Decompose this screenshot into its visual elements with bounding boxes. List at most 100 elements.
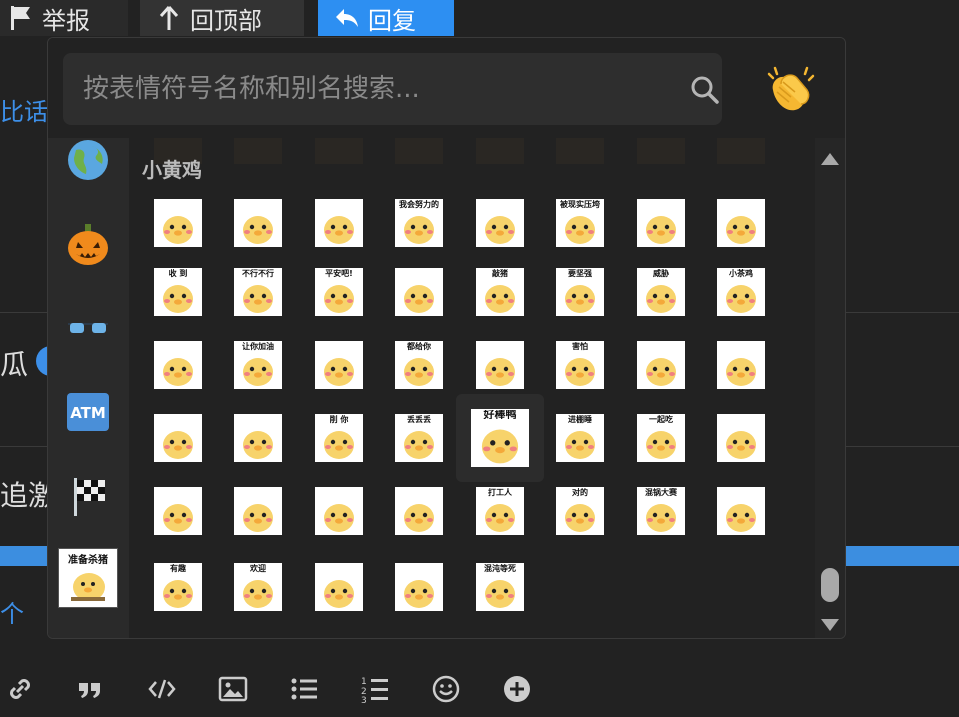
sticker-item[interactable] — [315, 563, 363, 611]
sticker-item[interactable]: 被现实压垮 — [556, 199, 604, 247]
sticker-caption: 打工人 — [488, 488, 512, 497]
sticker-image — [717, 414, 765, 462]
sticker-item[interactable]: 都给你 — [395, 341, 443, 389]
arrow-up-icon — [156, 4, 182, 32]
sticker-item[interactable]: 小茶鸡 — [717, 268, 765, 316]
sticker-item[interactable] — [395, 268, 443, 316]
sticker-image: 对的 — [556, 487, 604, 535]
link-icon[interactable] — [3, 672, 37, 706]
sticker-item[interactable] — [315, 341, 363, 389]
jack-o-lantern-icon[interactable] — [60, 216, 116, 272]
sticker-image: 都给你 — [395, 341, 443, 389]
sticker-caption: 丢丢丢 — [407, 415, 431, 424]
sticker-item[interactable] — [717, 487, 765, 535]
sticker-image — [717, 341, 765, 389]
numbered-list-icon[interactable]: 123 — [358, 672, 392, 706]
reply-button[interactable]: 回复 — [318, 0, 454, 36]
sticker-item[interactable]: 平安吧! — [315, 268, 363, 316]
sticker-item[interactable]: 削 你 — [315, 414, 363, 462]
search-icon[interactable] — [690, 75, 720, 105]
back-to-top-button[interactable]: 回顶部 — [140, 0, 304, 36]
flag-label: 举报 — [42, 6, 90, 35]
scroll-down-arrow-icon[interactable] — [821, 616, 839, 631]
sticker-caption: 要坚强 — [568, 269, 592, 278]
sticker-item[interactable] — [154, 414, 202, 462]
sticker-caption: 有趣 — [170, 564, 186, 573]
sticker-item[interactable] — [315, 487, 363, 535]
emoji-search-input[interactable] — [63, 53, 673, 125]
sticker-item[interactable] — [395, 487, 443, 535]
sticker-image: 丢丢丢 — [395, 414, 443, 462]
sticker-caption: 削 你 — [329, 415, 349, 424]
sticker-item[interactable]: 收 到 — [154, 268, 202, 316]
sticker-item[interactable] — [637, 199, 685, 247]
sticker-item[interactable]: 混沌等死 — [476, 563, 524, 611]
chequered-flag-icon[interactable] — [60, 468, 116, 524]
scrollbar-thumb[interactable] — [821, 568, 839, 602]
sticker-image: 混沌等死 — [476, 563, 524, 611]
sticker-item[interactable]: 一起吃 — [637, 414, 685, 462]
sticker-item[interactable] — [476, 199, 524, 247]
sticker-item[interactable] — [234, 414, 282, 462]
sticker-item[interactable]: 要坚强 — [556, 268, 604, 316]
sticker-item[interactable] — [717, 199, 765, 247]
sticker-item[interactable]: 敲猪 — [476, 268, 524, 316]
bullet-list-icon[interactable] — [287, 672, 321, 706]
sticker-caption: 对的 — [572, 488, 588, 497]
sticker-item[interactable] — [234, 199, 282, 247]
svg-text:1: 1 — [361, 677, 367, 687]
globe-icon[interactable] — [60, 132, 116, 188]
sticker-item[interactable] — [637, 341, 685, 389]
emoji-search-box — [63, 53, 722, 125]
sticker-image — [154, 414, 202, 462]
emoji-grid-area: 小黄鸡 我会努力的 被现实压垮收 到 不行不行 平安吧! 敲猪 要坚强 威胁 小茶鸡 让你加油 都… — [129, 138, 815, 638]
sticker-item[interactable]: 欢迎 — [234, 563, 282, 611]
sticker-item[interactable]: 混锅大赛 — [637, 487, 685, 535]
custom-sticker-icon[interactable]: 准备杀猪 — [58, 548, 118, 608]
sticker-item[interactable]: 让你加油 — [234, 341, 282, 389]
sticker-item[interactable] — [395, 563, 443, 611]
sticker-image: 欢迎 — [234, 563, 282, 611]
sticker-item[interactable]: 打工人 — [476, 487, 524, 535]
scrollbar[interactable] — [815, 138, 845, 638]
svg-text:3: 3 — [361, 696, 367, 704]
sticker-item[interactable]: 好棒鸭 — [456, 394, 544, 482]
sticker-item[interactable] — [717, 414, 765, 462]
sticker-image — [717, 487, 765, 535]
sticker-item[interactable] — [717, 341, 765, 389]
sticker-image: 收 到 — [154, 268, 202, 316]
sticker-image: 敲猪 — [476, 268, 524, 316]
sticker-item[interactable]: 进棚睡 — [556, 414, 604, 462]
sticker-item[interactable]: 我会努力的 — [395, 199, 443, 247]
sticker-item[interactable]: 威胁 — [637, 268, 685, 316]
add-icon[interactable] — [500, 672, 534, 706]
emoji-picker-header — [48, 38, 845, 138]
sticker-image: 让你加油 — [234, 341, 282, 389]
flag-button[interactable]: 举报 — [0, 0, 128, 36]
sticker-caption: 平安吧! — [325, 269, 353, 278]
image-icon[interactable] — [216, 672, 250, 706]
sticker-item[interactable] — [234, 487, 282, 535]
sticker-caption: 威胁 — [653, 269, 669, 278]
sticker-caption: 被现实压垮 — [560, 200, 600, 209]
sticker-item[interactable] — [154, 341, 202, 389]
clapping-hands-icon[interactable] — [763, 60, 819, 116]
sunglasses-icon[interactable] — [60, 300, 116, 356]
reply-label: 回复 — [368, 6, 416, 35]
sticker-item[interactable] — [476, 341, 524, 389]
sticker-item[interactable] — [315, 199, 363, 247]
sticker-item[interactable]: 有趣 — [154, 563, 202, 611]
sticker-item[interactable]: 害怕 — [556, 341, 604, 389]
sticker-item[interactable]: 丢丢丢 — [395, 414, 443, 462]
scroll-up-arrow-icon[interactable] — [821, 150, 839, 165]
sticker-item[interactable] — [154, 487, 202, 535]
quote-icon[interactable] — [73, 672, 107, 706]
atm-icon[interactable]: ATM — [60, 384, 116, 440]
background-post-text: 瓜 — [0, 348, 29, 381]
sticker-item[interactable] — [154, 199, 202, 247]
code-icon[interactable] — [145, 672, 179, 706]
sticker-item[interactable]: 对的 — [556, 487, 604, 535]
sticker-image — [395, 268, 443, 316]
sticker-item[interactable]: 不行不行 — [234, 268, 282, 316]
emoji-icon[interactable] — [429, 672, 463, 706]
